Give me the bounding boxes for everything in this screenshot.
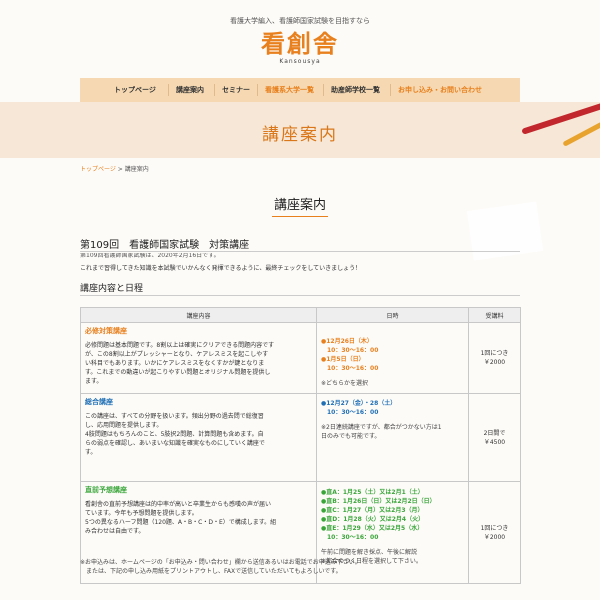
schedule-date: ●1月5日（日） (321, 356, 365, 363)
column-header-fee: 受講料 (468, 307, 521, 323)
schedule-date: ●直D：1月28（火）又は2月4（火） (321, 516, 425, 523)
course-description-line: 必修問題は基本問題です。8割以上は確実にクリアできる問題内容です (85, 342, 275, 349)
schedule-note: ※2日連続講座ですが、都合がつかない方は1 (321, 424, 442, 431)
divider (80, 295, 520, 296)
nav-item-contact[interactable]: お申し込み・お問い合わせ (398, 85, 482, 95)
schedule-date: ●12月27（金）・28（土） (321, 400, 397, 407)
fee-text: ￥2000 (483, 359, 506, 366)
logo-subtext: Kansousya (279, 58, 321, 65)
schedule-date: ●12月26日（木） (321, 338, 373, 345)
course-description-line: し、応用問題を提供します。 (85, 422, 163, 429)
schedule-note: 午前に問題を解き採点、午後に解説 (321, 549, 418, 556)
logo-text: 看創舎 (261, 30, 339, 58)
schedule-date: 10：30〜16：00 (321, 534, 379, 541)
course-cell: 総合講座この講座は、すべての分野を扱います。頻出分野の過去問で総復習 し、応用問題… (80, 393, 317, 482)
divider (80, 251, 520, 252)
main-nav: トップページ 講座案内 セミナー 看護系大学一覧 助産師学校一覧 お申し込み・お… (80, 78, 520, 102)
page-banner: 講座案内 (0, 102, 600, 261)
site-logo[interactable]: 看創舎 Kansousya (0, 30, 600, 65)
course-cell: 必修対策講座必修問題は基本問題です。8割以上は確実にクリアできる問題内容です が、… (80, 322, 317, 394)
nav-item-midwifery-schools[interactable]: 助産師学校一覧 (331, 85, 380, 95)
table-row: 必修対策講座必修問題は基本問題です。8割以上は確実にクリアできる問題内容です が、… (80, 322, 521, 394)
page-title: 講座案内 (273, 198, 326, 213)
schedule-date: 10：30〜16：00 (321, 409, 379, 416)
course-title: 直前予想講座 (85, 486, 127, 494)
course-description-line: 看創舎の直前予想講座は的中率が高いと卒業生からも感嘆の声が届い (85, 501, 272, 508)
fee-text: ￥4500 (483, 438, 506, 446)
fee-text: 2日間で (483, 429, 506, 437)
fee-cell: 2日間で ￥4500 (468, 393, 521, 482)
schedule-note: ※どちらかを選択 (321, 380, 369, 387)
schedule-date: ●直B：1月26日（日）又は2月2日（日） (321, 498, 436, 505)
course-description-line: ます。 (85, 378, 103, 385)
table-row: 総合講座この講座は、すべての分野を扱います。頻出分野の過去問で総復習 し、応用問題… (80, 393, 521, 482)
site-tagline: 看護大学編入、看護師国家試験を目指すなら (230, 17, 370, 25)
title-underline (272, 216, 328, 217)
course-description-line: す。 (85, 449, 97, 456)
course-description-line: 5つの異なるハーフ問題（120題、A・B・C・D・E）で構成します。組 (85, 519, 277, 526)
nav-item-courses[interactable]: 講座案内 (176, 85, 204, 95)
breadcrumb-home-link[interactable]: トップページ (80, 166, 116, 173)
nav-item-top[interactable]: トップページ (114, 85, 156, 95)
column-header-datetime: 日時 (316, 307, 469, 323)
table-header-row: 講座内容 日時 受講料 (80, 307, 521, 323)
course-title: 必修対策講座 (85, 327, 127, 335)
fee-cell: 1回につき ￥2000 (468, 322, 521, 394)
fee-text: 1回につき (480, 350, 509, 357)
course-description-line: ています。今年も予想問題を提供します。 (85, 510, 198, 517)
exam-date-text: 第109回看護師国家試験は、2020年2月16日です。 (80, 253, 220, 259)
nav-item-seminar[interactable]: セミナー (222, 85, 250, 95)
course-schedule-table: 講座内容 日時 受講料 必修対策講座必修問題は基本問題です。8割以上は確実にクリ… (80, 307, 521, 584)
nav-divider (390, 84, 391, 96)
datetime-cell: ●12月27（金）・28（土） 10：30〜16：00 ※2日連続講座ですが、都合… (316, 393, 469, 482)
exam-heading: 第109回 看護師国家試験 対策講座 (80, 240, 250, 251)
banner-title: 講座案内 (262, 125, 338, 145)
schedule-date: 10：30〜16：00 (321, 365, 379, 372)
datetime-cell: ●12月26日（木） 10：30〜16：00 ●1月5日（日） 10：30〜16：… (316, 322, 469, 394)
nav-item-nursing-universities[interactable]: 看護系大学一覧 (265, 85, 314, 95)
schedule-date: ●直A：1月25（土）又は2月1（土） (321, 489, 424, 496)
fee-text: ￥2000 (483, 533, 506, 541)
course-description-line: い科目でもあります。いかにケアレスミスをなくすかが鍵となりま (85, 360, 265, 367)
footnote: ※お申込みは、ホームページの「お申込み・問い合わせ」欄から送信あるいはお電話でお… (80, 558, 361, 576)
footnote-line: または、下記の申し込み用紙をプリントアウトし、FAXで送信していただいてもよろし… (80, 568, 342, 575)
course-title: 総合講座 (85, 398, 113, 406)
schedule-note: 日のみでも可能です。 (321, 433, 381, 440)
nav-divider (214, 84, 215, 96)
course-description-line: が、この8割以上がプレッシャーとなり、ケアレスミスを起こしやす (85, 351, 269, 358)
course-description-line: この講座は、すべての分野を扱います。頻出分野の過去問で総復習 (85, 413, 264, 420)
fee-cell: 1回につき ￥2000 (468, 481, 521, 584)
course-description-line: らの弱点を確認し、あいまいな知識を確実なものにしていく講座で (85, 440, 265, 447)
nav-divider (257, 84, 258, 96)
schedule-date: 10：30〜16：00 (321, 347, 379, 354)
course-description-line: み合わせは自由です。 (85, 528, 145, 535)
course-description-line: す。これまでの動違いが起こりやすい問題とオリジナル問題を提供し (85, 369, 271, 376)
content-heading: 講座内容と日程 (80, 284, 144, 294)
schedule-date: ●直E：1月29（水）又は2月5（水） (321, 525, 424, 532)
intro-text: これまで習得してきた知識を本試験でいかんなく発揮できるように、最終チェックをして… (80, 265, 362, 272)
breadcrumb-current: 講座案内 (124, 166, 149, 173)
nav-divider (168, 84, 169, 96)
schedule-date: ●直C：1月27（月）又は2月3（月） (321, 507, 424, 514)
course-description-line: 4肢問題はもちろんのこと、5肢択2問題、計算問題も含めます。自 (85, 431, 264, 438)
footnote-line: ※お申込みは、ホームページの「お申込み・問い合わせ」欄から送信あるいはお電話でお… (80, 559, 361, 566)
breadcrumb-separator: > (115, 166, 125, 173)
column-header-course: 講座内容 (80, 307, 317, 323)
nav-divider (323, 84, 324, 96)
fee-text: 1回につき (480, 524, 509, 532)
breadcrumb: トップページ > 講座案内 (80, 164, 149, 173)
